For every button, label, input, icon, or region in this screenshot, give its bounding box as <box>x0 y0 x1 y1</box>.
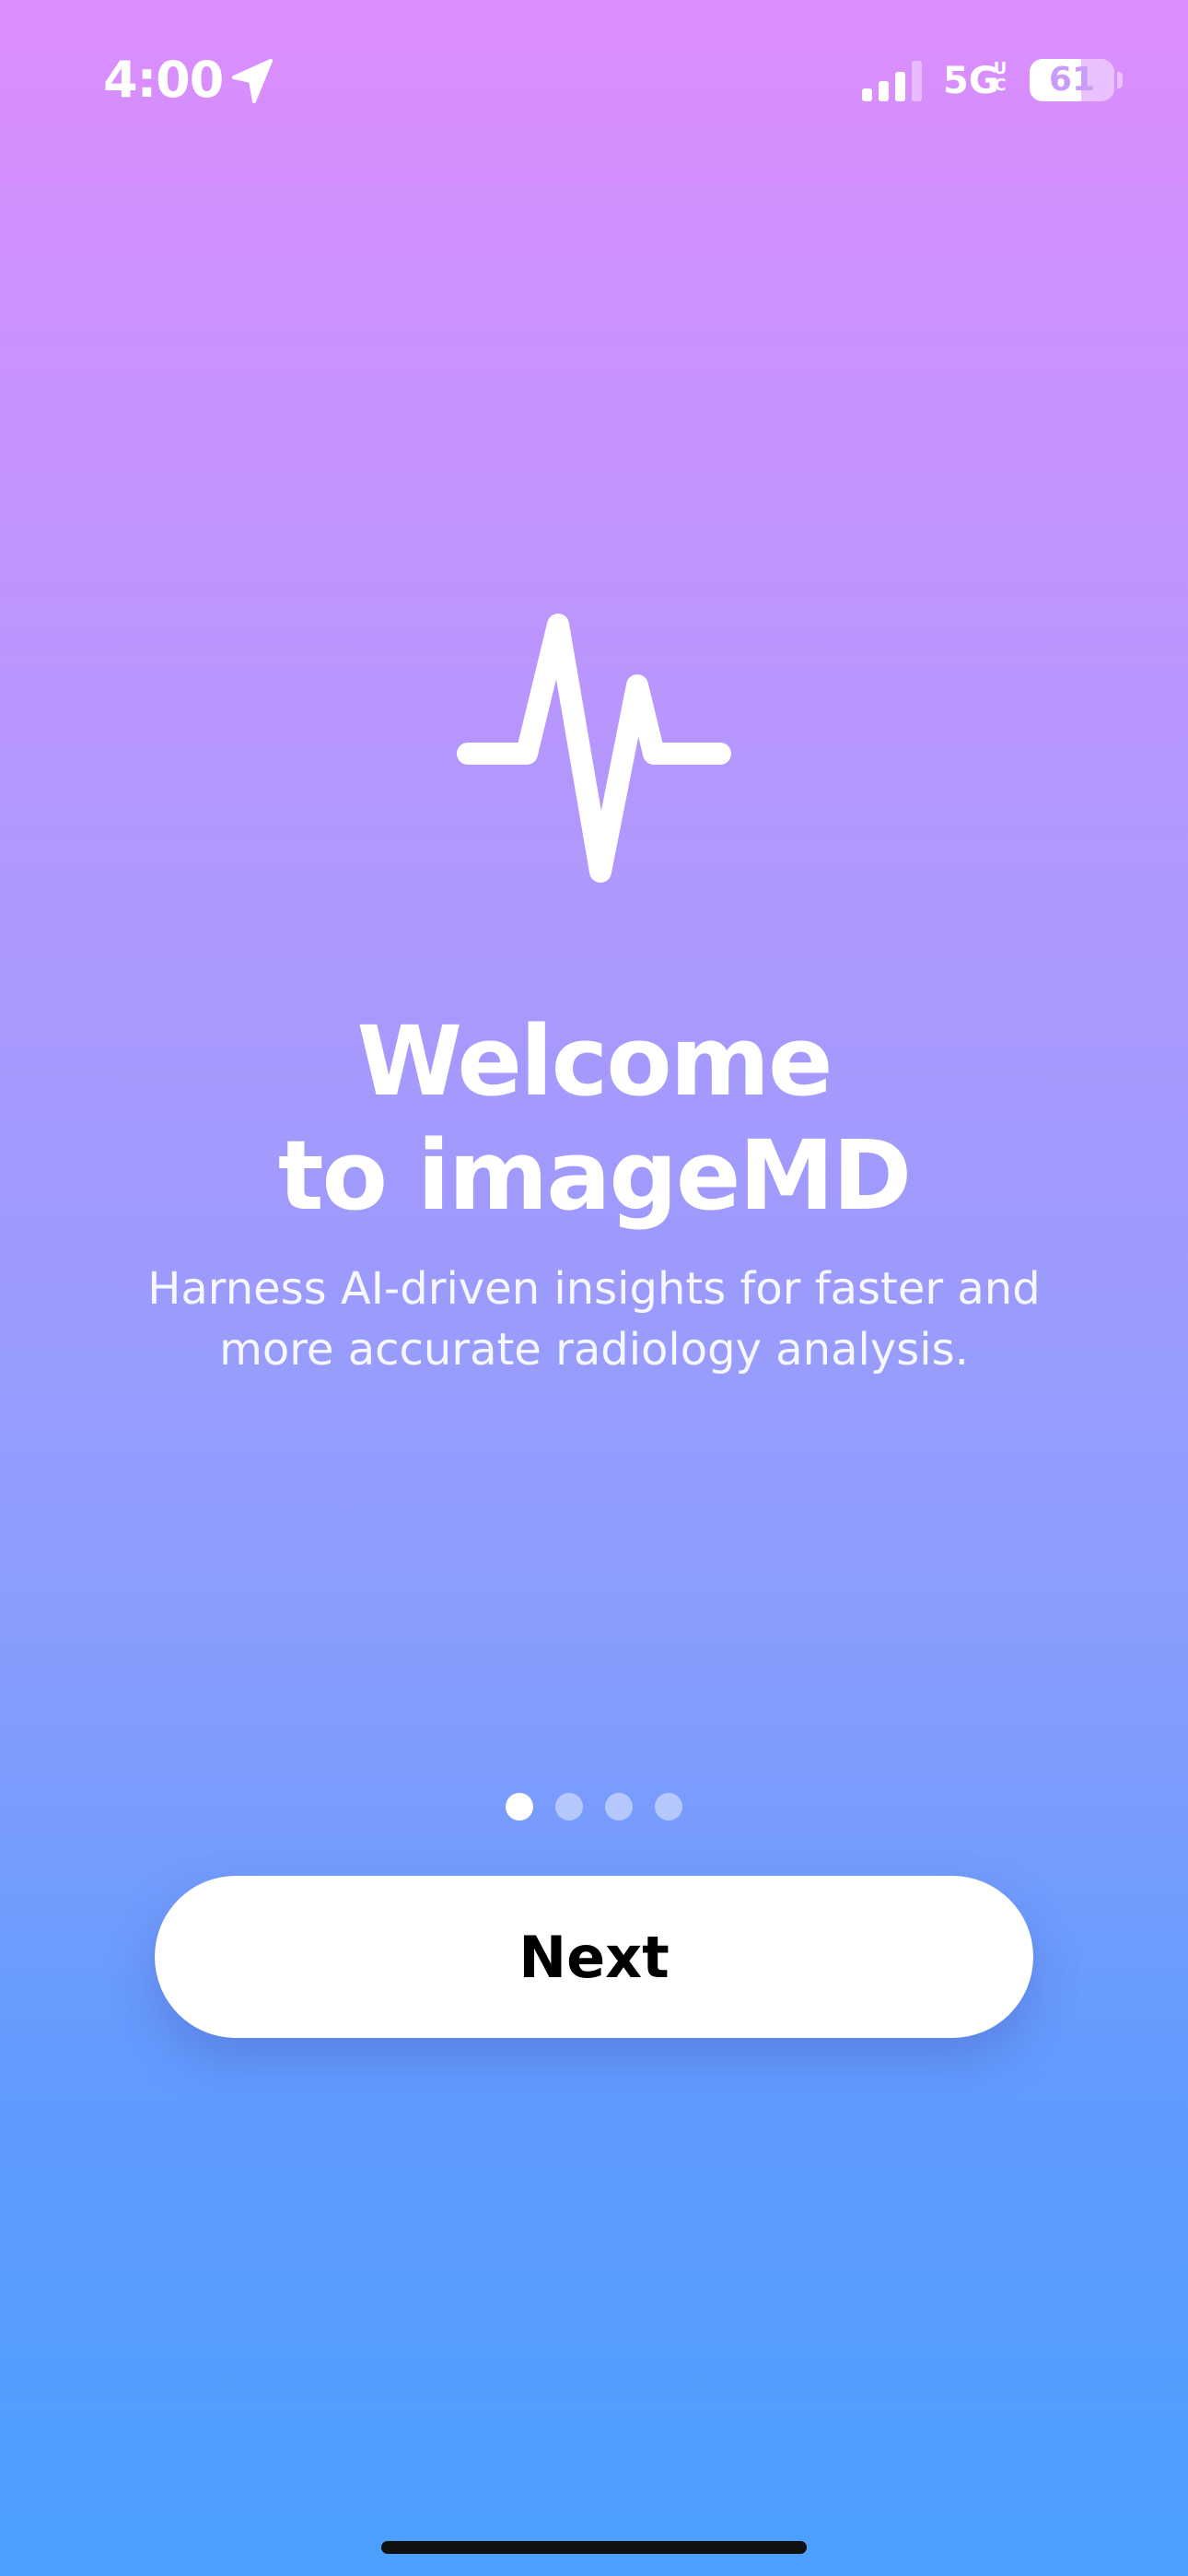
battery-cap <box>1117 72 1123 88</box>
heartbeat-pulse-icon <box>457 614 731 883</box>
status-bar: 4:00 5G U C 61 <box>0 0 1188 166</box>
welcome-subtitle: Harness AI-driven insights for faster an… <box>147 1263 1041 1376</box>
cellular-signal-icon <box>862 61 922 101</box>
status-time: 4:00 <box>103 51 224 109</box>
welcome-title-line2: to imageMD <box>277 1118 912 1232</box>
battery-icon: 61 <box>1030 59 1114 101</box>
page-indicator <box>0 1793 1188 1821</box>
network-superscript-bottom: C <box>994 76 1007 95</box>
network-type-label: 5G <box>943 60 999 102</box>
page-dot-4[interactable] <box>655 1793 682 1821</box>
location-arrow-icon <box>232 59 273 103</box>
home-indicator[interactable] <box>381 2541 807 2554</box>
network-superscript: U C <box>993 61 1007 94</box>
welcome-title-line1: Welcome <box>356 1004 833 1118</box>
battery-level: 61 <box>1048 61 1096 99</box>
welcome-title: Welcome to imageMD <box>0 1004 1188 1233</box>
page-dot-2[interactable] <box>555 1793 583 1821</box>
page-dot-3[interactable] <box>605 1793 633 1821</box>
next-button[interactable]: Next <box>155 1876 1033 2038</box>
page-dot-1[interactable] <box>506 1793 533 1821</box>
